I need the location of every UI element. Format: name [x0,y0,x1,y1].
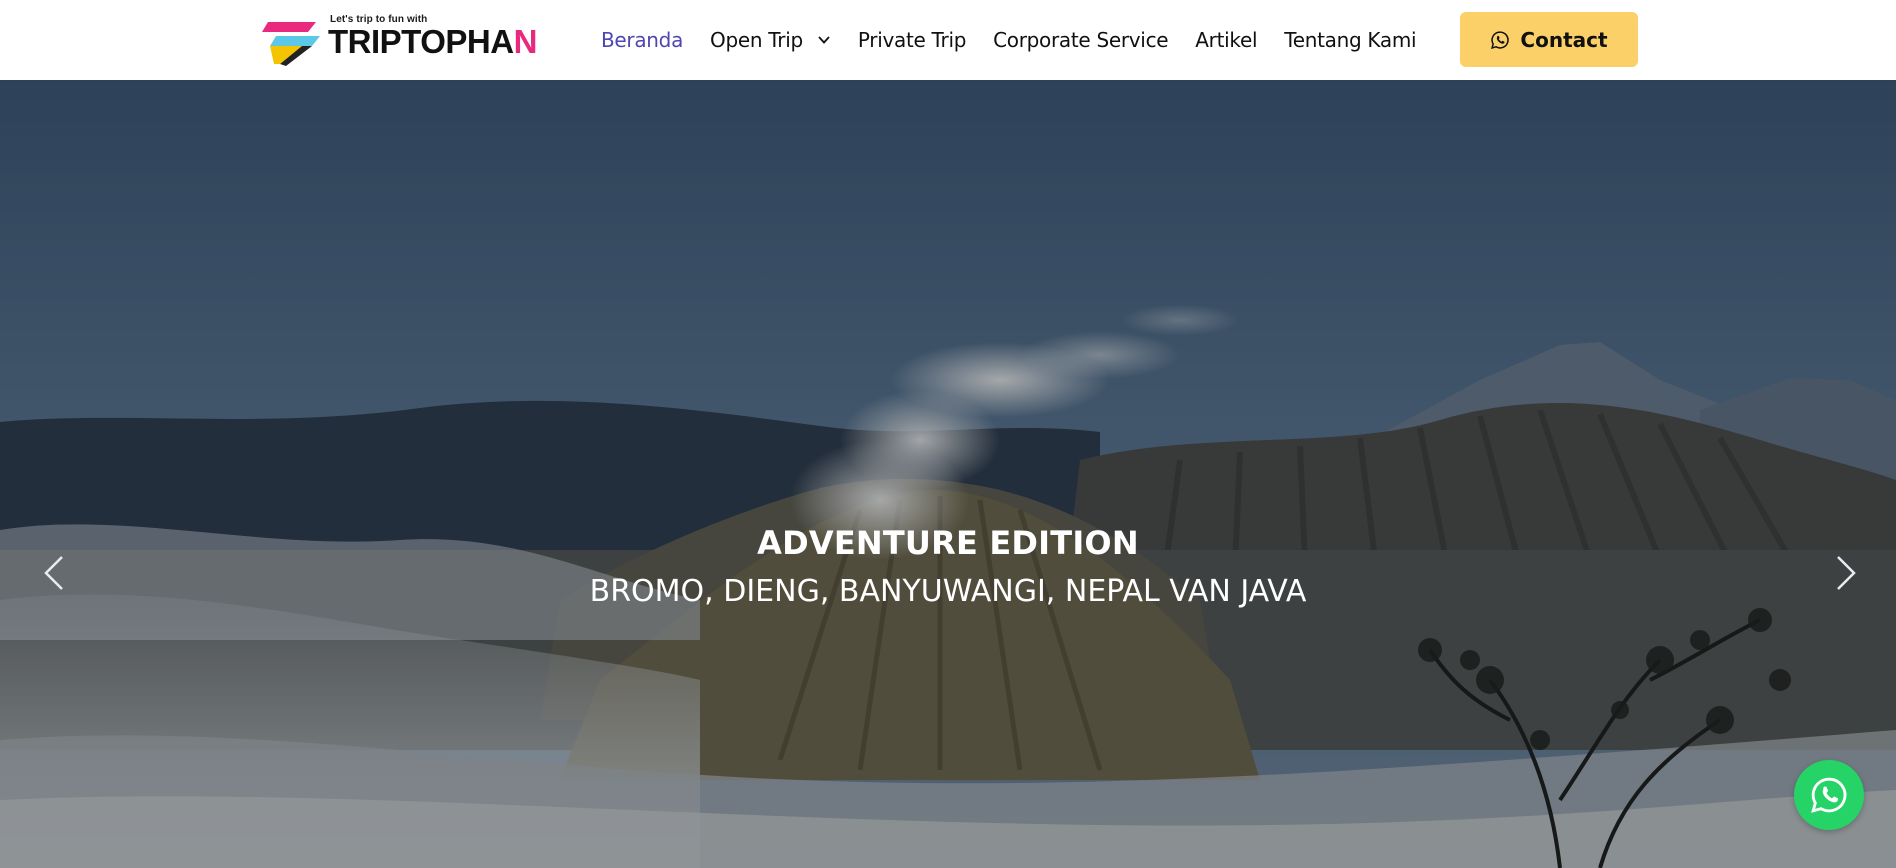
nav-item-label: Beranda [601,28,684,52]
contact-button-label: Contact [1520,27,1608,52]
chevron-right-icon [1837,556,1856,590]
hero-overlay [0,80,1896,868]
hero-slider: ADVENTURE EDITION BROMO, DIENG, BANYUWAN… [0,80,1896,868]
site-logo[interactable]: Let's trip to fun with TRIPTOPHAN [262,12,552,68]
logo-mark-icon [262,22,320,66]
nav-item-artikel[interactable]: Artikel [1195,28,1257,52]
nav-item-label: Corporate Service [993,28,1169,52]
logo-word-main: TRIPTOPHA [328,23,514,60]
nav-item-tentang-kami[interactable]: Tentang Kami [1284,28,1416,52]
nav-item-open-trip[interactable]: Open Trip [710,28,831,52]
slider-prev-button[interactable] [34,548,74,598]
nav-item-label: Tentang Kami [1284,28,1417,52]
nav-item-label: Private Trip [857,28,967,52]
contact-button[interactable]: Contact [1460,12,1638,67]
whatsapp-icon [1491,30,1510,49]
nav-item-private-trip[interactable]: Private Trip [857,28,967,52]
logo-word-accent: N [513,23,538,60]
nav-item-corporate-service[interactable]: Corporate Service [993,28,1168,52]
nav-item-label: Artikel [1195,28,1258,52]
site-header: Let's trip to fun with TRIPTOPHAN Berand… [0,0,1896,80]
nav-item-label: Open Trip [710,28,803,52]
whatsapp-icon [1811,777,1847,813]
hero-title: ADVENTURE EDITION [757,524,1139,562]
chevron-left-icon [44,556,63,590]
main-nav: Beranda Open Trip Private Trip Corporate… [601,0,1443,80]
whatsapp-float-button[interactable] [1794,760,1864,830]
slider-next-button[interactable] [1826,548,1866,598]
nav-item-beranda[interactable]: Beranda [601,28,683,52]
hero-subtitle: BROMO, DIENG, BANYUWANGI, NEPAL VAN JAVA [589,574,1307,609]
logo-wordmark: TRIPTOPHAN [328,24,537,60]
chevron-down-icon [818,36,830,44]
